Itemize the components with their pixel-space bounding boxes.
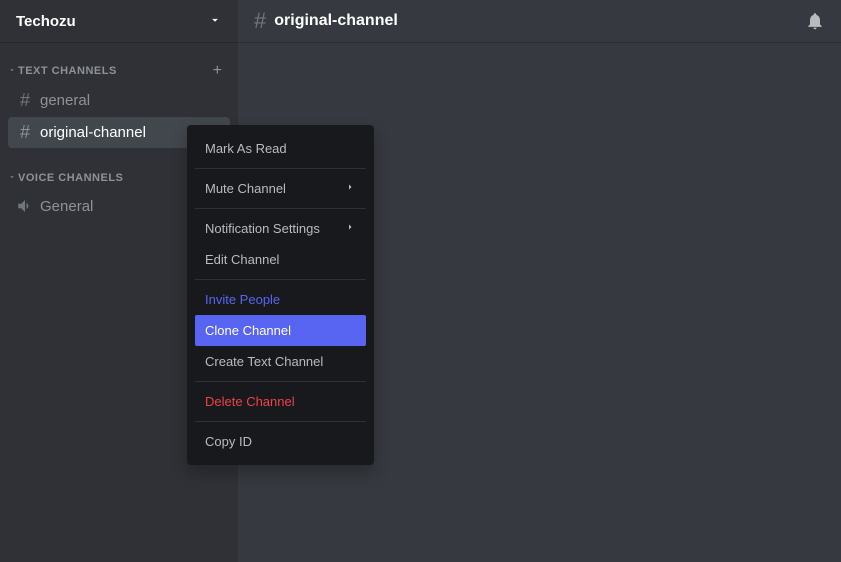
channel-title: # original-channel (254, 8, 398, 34)
add-channel-icon[interactable]: + (213, 62, 222, 80)
chevron-down-icon (208, 13, 222, 30)
context-invite-people[interactable]: Invite People (195, 284, 366, 315)
context-label: Edit Channel (205, 252, 279, 267)
notification-bell-icon[interactable] (805, 11, 825, 31)
context-clone-channel[interactable]: Clone Channel (195, 315, 366, 346)
hash-icon: # (16, 122, 34, 143)
chevron-down-icon (8, 173, 16, 183)
context-label: Create Text Channel (205, 354, 323, 369)
text-channels-label: TEXT CHANNELS (18, 65, 117, 77)
hash-icon: # (16, 90, 34, 111)
section-title: VOICE CHANNELS (8, 172, 123, 184)
context-copy-id[interactable]: Copy ID (195, 426, 366, 457)
context-divider (195, 381, 366, 382)
context-label: Clone Channel (205, 323, 291, 338)
channel-name: original-channel (40, 124, 146, 141)
context-divider (195, 421, 366, 422)
server-header[interactable]: Techozu (0, 0, 238, 42)
chevron-right-icon (344, 221, 356, 236)
channel-title-text: original-channel (274, 12, 398, 30)
context-label: Invite People (205, 292, 280, 307)
context-menu: Mark As Read Mute Channel Notification S… (187, 125, 374, 465)
context-label: Mark As Read (205, 141, 287, 156)
speaker-icon (16, 197, 34, 215)
context-label: Copy ID (205, 434, 252, 449)
section-title: TEXT CHANNELS (8, 65, 117, 77)
context-label: Mute Channel (205, 181, 286, 196)
channel-name: General (40, 198, 93, 215)
context-delete-channel[interactable]: Delete Channel (195, 386, 366, 417)
voice-channels-label: VOICE CHANNELS (18, 172, 123, 184)
channel-item-general[interactable]: # general (8, 85, 230, 116)
channel-name: general (40, 92, 90, 109)
context-divider (195, 168, 366, 169)
context-mark-as-read[interactable]: Mark As Read (195, 133, 366, 164)
context-divider (195, 279, 366, 280)
context-create-text-channel[interactable]: Create Text Channel (195, 346, 366, 377)
context-mute-channel[interactable]: Mute Channel (195, 173, 366, 204)
main-header: # original-channel (238, 0, 841, 42)
chevron-right-icon (344, 181, 356, 196)
hash-icon: # (254, 8, 266, 34)
server-name: Techozu (16, 13, 76, 30)
context-label: Delete Channel (205, 394, 295, 409)
context-divider (195, 208, 366, 209)
context-notification-settings[interactable]: Notification Settings (195, 213, 366, 244)
chevron-down-icon (8, 66, 16, 76)
text-channels-header[interactable]: TEXT CHANNELS + (0, 58, 238, 84)
context-edit-channel[interactable]: Edit Channel (195, 244, 366, 275)
context-label: Notification Settings (205, 221, 320, 236)
